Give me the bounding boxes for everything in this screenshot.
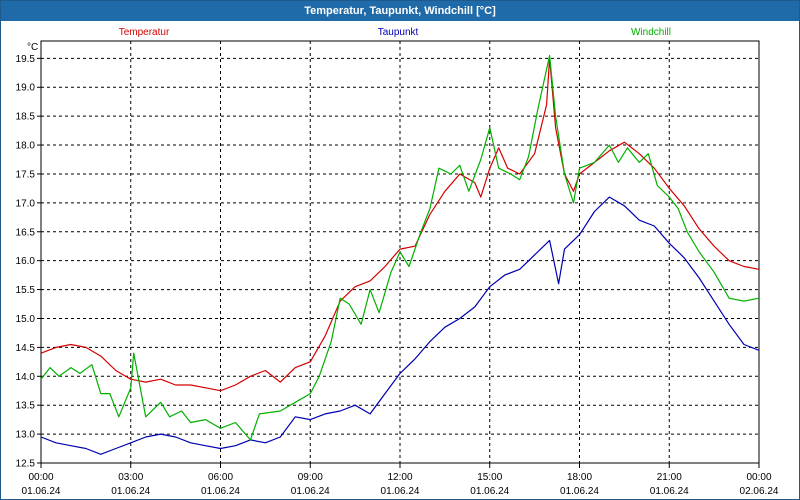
x-tick-date: 02.06.24 xyxy=(740,486,779,497)
y-tick-label: 14.5 xyxy=(16,343,36,354)
y-tick-label: 12.5 xyxy=(16,459,36,470)
x-tick-time: 03:00 xyxy=(118,472,143,483)
x-tick-time: 15:00 xyxy=(477,472,502,483)
y-tick-label: 13.0 xyxy=(16,430,36,441)
x-tick-time: 18:00 xyxy=(567,472,592,483)
x-tick-date: 01.06.24 xyxy=(381,486,420,497)
x-tick-time: 06:00 xyxy=(208,472,233,483)
legend-temperatur: Temperatur xyxy=(119,27,170,38)
y-tick-label: 19.5 xyxy=(16,54,36,65)
x-tick-time: 09:00 xyxy=(298,472,323,483)
y-tick-label: 17.0 xyxy=(16,198,36,209)
y-tick-label: 15.5 xyxy=(16,285,36,296)
x-tick-date: 01.06.24 xyxy=(111,486,150,497)
line-chart: 12.5 13.0 13.5 14.0 14.5 15.0 15.5 16.0 16.5 17.0… xyxy=(16,27,779,497)
legend-taupunkt: Taupunkt xyxy=(378,27,419,38)
y-tick-label: 18.0 xyxy=(16,141,36,152)
y-tick-label: 13.5 xyxy=(16,401,36,412)
x-tick-date: 01.06.24 xyxy=(22,486,61,497)
y-tick-label: 14.0 xyxy=(16,372,36,383)
x-tick-date: 01.06.24 xyxy=(560,486,599,497)
chart-window: Temperatur, Taupunkt, Windchill [°C] 12.… xyxy=(0,0,800,500)
y-tick-label: 19.0 xyxy=(16,83,36,94)
x-tick-date: 01.06.24 xyxy=(470,486,509,497)
y-axis-unit: °C xyxy=(27,42,38,53)
y-tick-label: 16.0 xyxy=(16,256,36,267)
legend-windchill: Windchill xyxy=(631,27,671,38)
x-tick-time: 00:00 xyxy=(746,472,771,483)
x-tick-time: 21:00 xyxy=(657,472,682,483)
y-tick-label: 16.5 xyxy=(16,227,36,238)
x-tick-time: 00:00 xyxy=(28,472,53,483)
x-tick-date: 01.06.24 xyxy=(291,486,330,497)
y-tick-label: 17.5 xyxy=(16,169,36,180)
window-title: Temperatur, Taupunkt, Windchill [°C] xyxy=(1,1,799,21)
x-tick-date: 01.06.24 xyxy=(201,486,240,497)
x-tick-date: 01.06.24 xyxy=(650,486,689,497)
y-tick-label: 18.5 xyxy=(16,112,36,123)
x-tick-time: 12:00 xyxy=(387,472,412,483)
y-tick-label: 15.0 xyxy=(16,314,36,325)
